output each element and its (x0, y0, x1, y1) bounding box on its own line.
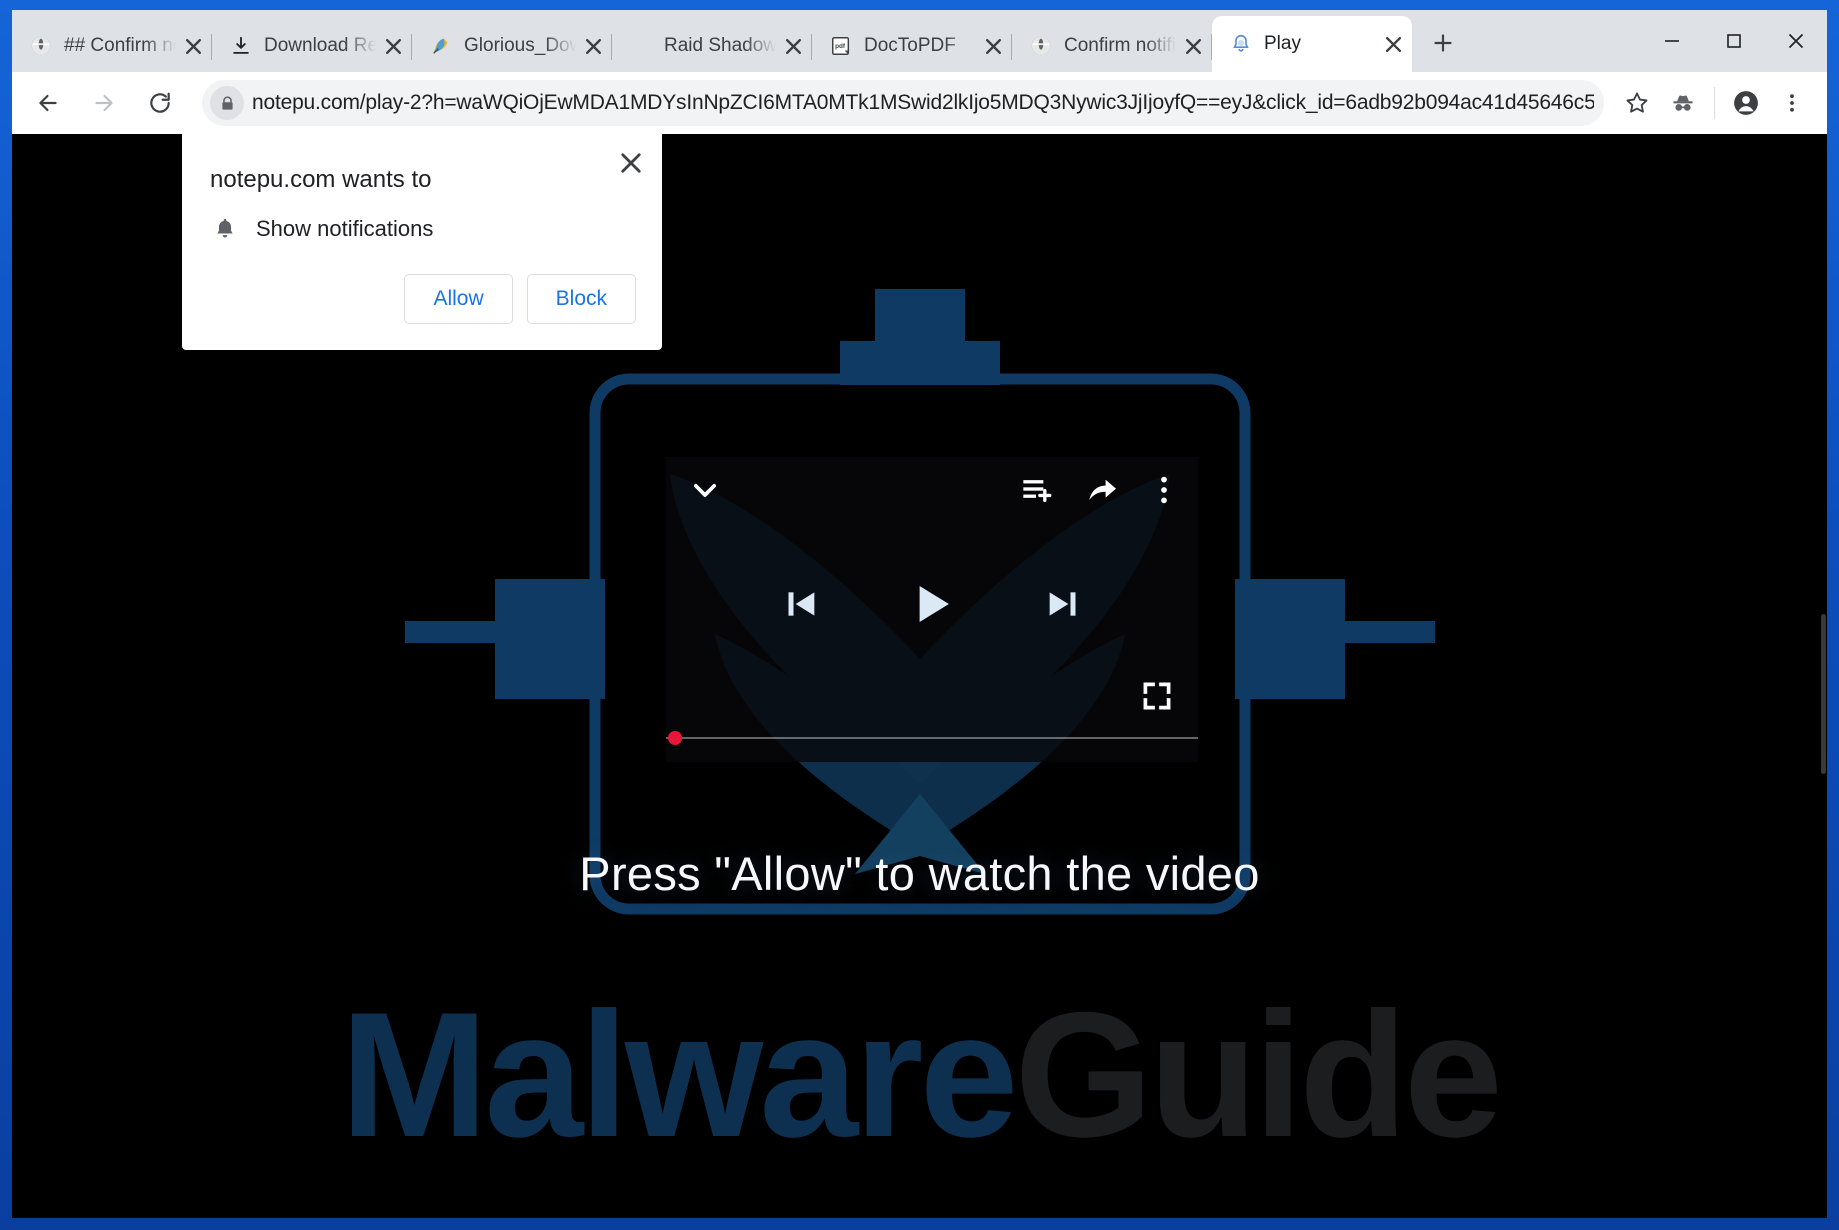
fullscreen-icon[interactable] (1140, 679, 1174, 718)
browser-tab-5[interactable]: Confirm notifi (1012, 20, 1212, 72)
scrollbar-thumb[interactable] (1821, 614, 1826, 774)
plus-icon (1431, 31, 1455, 55)
browser-tab-label: Glorious_Down (464, 35, 576, 57)
maximize-button[interactable] (1703, 10, 1765, 72)
bell-icon (1230, 33, 1252, 55)
browser-tab-label: ## Confirm no (64, 35, 176, 57)
browser-window: ## Confirm no Download Rea Glorious_Do (0, 0, 1839, 1230)
tab-close-icon[interactable] (580, 33, 606, 59)
browser-tab-3[interactable]: Raid Shadow L (612, 20, 812, 72)
player-top-bar (666, 457, 1198, 523)
watermark: MalwareGuide (12, 986, 1827, 1164)
browser-tab-label: Download Rea (264, 35, 376, 57)
feather-icon (430, 35, 452, 57)
forward-button[interactable] (80, 79, 128, 127)
download-icon (230, 35, 252, 57)
new-tab-button[interactable] (1420, 20, 1466, 66)
watermark-second-word: Guide (1015, 975, 1499, 1174)
permission-label: Show notifications (256, 216, 433, 242)
browser-tab-2[interactable]: Glorious_Down (412, 20, 612, 72)
bookmark-star-icon[interactable] (1614, 80, 1660, 126)
globe-icon (30, 35, 52, 57)
browser-tab-label: Play (1264, 33, 1376, 55)
bell-icon (210, 214, 240, 244)
browser-menu-icon[interactable] (1769, 80, 1815, 126)
permission-dialog-actions: Allow Block (182, 244, 662, 350)
page-headline: Press "Allow" to watch the video (12, 846, 1827, 901)
permission-request-row: Show notifications (182, 194, 662, 244)
share-arrow-icon[interactable] (1086, 474, 1118, 506)
lock-icon[interactable] (210, 86, 244, 120)
browser-tab-4[interactable]: pdf DocToPDF (812, 20, 1012, 72)
progress-track (666, 737, 1198, 739)
permission-dialog-title: notepu.com wants to (182, 160, 662, 194)
tab-close-icon[interactable] (1180, 33, 1206, 59)
arrow-right-icon (91, 90, 117, 116)
reload-icon (147, 90, 173, 116)
close-button[interactable] (1765, 10, 1827, 72)
tabs-container: ## Confirm no Download Rea Glorious_Do (12, 10, 1827, 72)
browser-tab-label: DocToPDF (864, 35, 976, 57)
address-bar[interactable]: notepu.com/play-2?h=waWQiOjEwMDA1MDYsInN… (202, 80, 1604, 126)
tab-close-icon[interactable] (1380, 31, 1406, 57)
tab-close-icon[interactable] (980, 33, 1006, 59)
progress-scrubber-handle[interactable] (668, 731, 682, 745)
browser-toolbar: notepu.com/play-2?h=waWQiOjEwMDA1MDYsInN… (12, 72, 1827, 134)
allow-button[interactable]: Allow (404, 274, 512, 324)
globe-icon (1030, 35, 1052, 57)
watermark-first-word: Malware (340, 975, 1014, 1174)
browser-tab-label: Confirm notifi (1064, 35, 1176, 57)
skip-next-icon[interactable] (1043, 584, 1083, 624)
page-scrollbar[interactable] (1821, 134, 1827, 1218)
minimize-button[interactable] (1641, 10, 1703, 72)
browser-tab-label: Raid Shadow L (664, 35, 776, 57)
browser-tab-1[interactable]: Download Rea (212, 20, 412, 72)
block-button[interactable]: Block (527, 274, 636, 324)
tab-close-icon[interactable] (780, 33, 806, 59)
pdf-icon: pdf (830, 35, 852, 57)
player-progress-bar[interactable] (666, 736, 1198, 740)
blank-icon (630, 35, 652, 57)
notification-permission-dialog[interactable]: notepu.com wants to Show notifications A… (182, 134, 662, 350)
window-controls (1641, 10, 1827, 72)
player-transport-controls (666, 577, 1198, 631)
svg-text:pdf: pdf (835, 43, 846, 50)
reload-button[interactable] (136, 79, 184, 127)
play-icon[interactable] (905, 577, 959, 631)
tab-strip: ## Confirm no Download Rea Glorious_Do (12, 10, 1827, 72)
browser-tab-0[interactable]: ## Confirm no (12, 20, 212, 72)
skip-previous-icon[interactable] (781, 584, 821, 624)
add-to-queue-icon[interactable] (1020, 474, 1052, 506)
three-dot-menu-icon[interactable] (1152, 475, 1176, 505)
page-content: Press "Allow" to watch the video Malware… (12, 134, 1827, 1218)
arrow-left-icon (35, 90, 61, 116)
tab-close-icon[interactable] (180, 33, 206, 59)
toolbar-divider (1714, 87, 1715, 119)
back-button[interactable] (24, 79, 72, 127)
browser-tab-6-active[interactable]: Play (1212, 16, 1412, 72)
url-text: notepu.com/play-2?h=waWQiOjEwMDA1MDYsInN… (252, 91, 1594, 115)
chevron-down-icon[interactable] (688, 473, 722, 507)
video-player[interactable] (666, 457, 1198, 762)
profile-avatar-icon[interactable] (1723, 80, 1769, 126)
close-icon[interactable] (614, 146, 648, 180)
tab-close-icon[interactable] (380, 33, 406, 59)
incognito-extension-icon[interactable] (1660, 80, 1706, 126)
